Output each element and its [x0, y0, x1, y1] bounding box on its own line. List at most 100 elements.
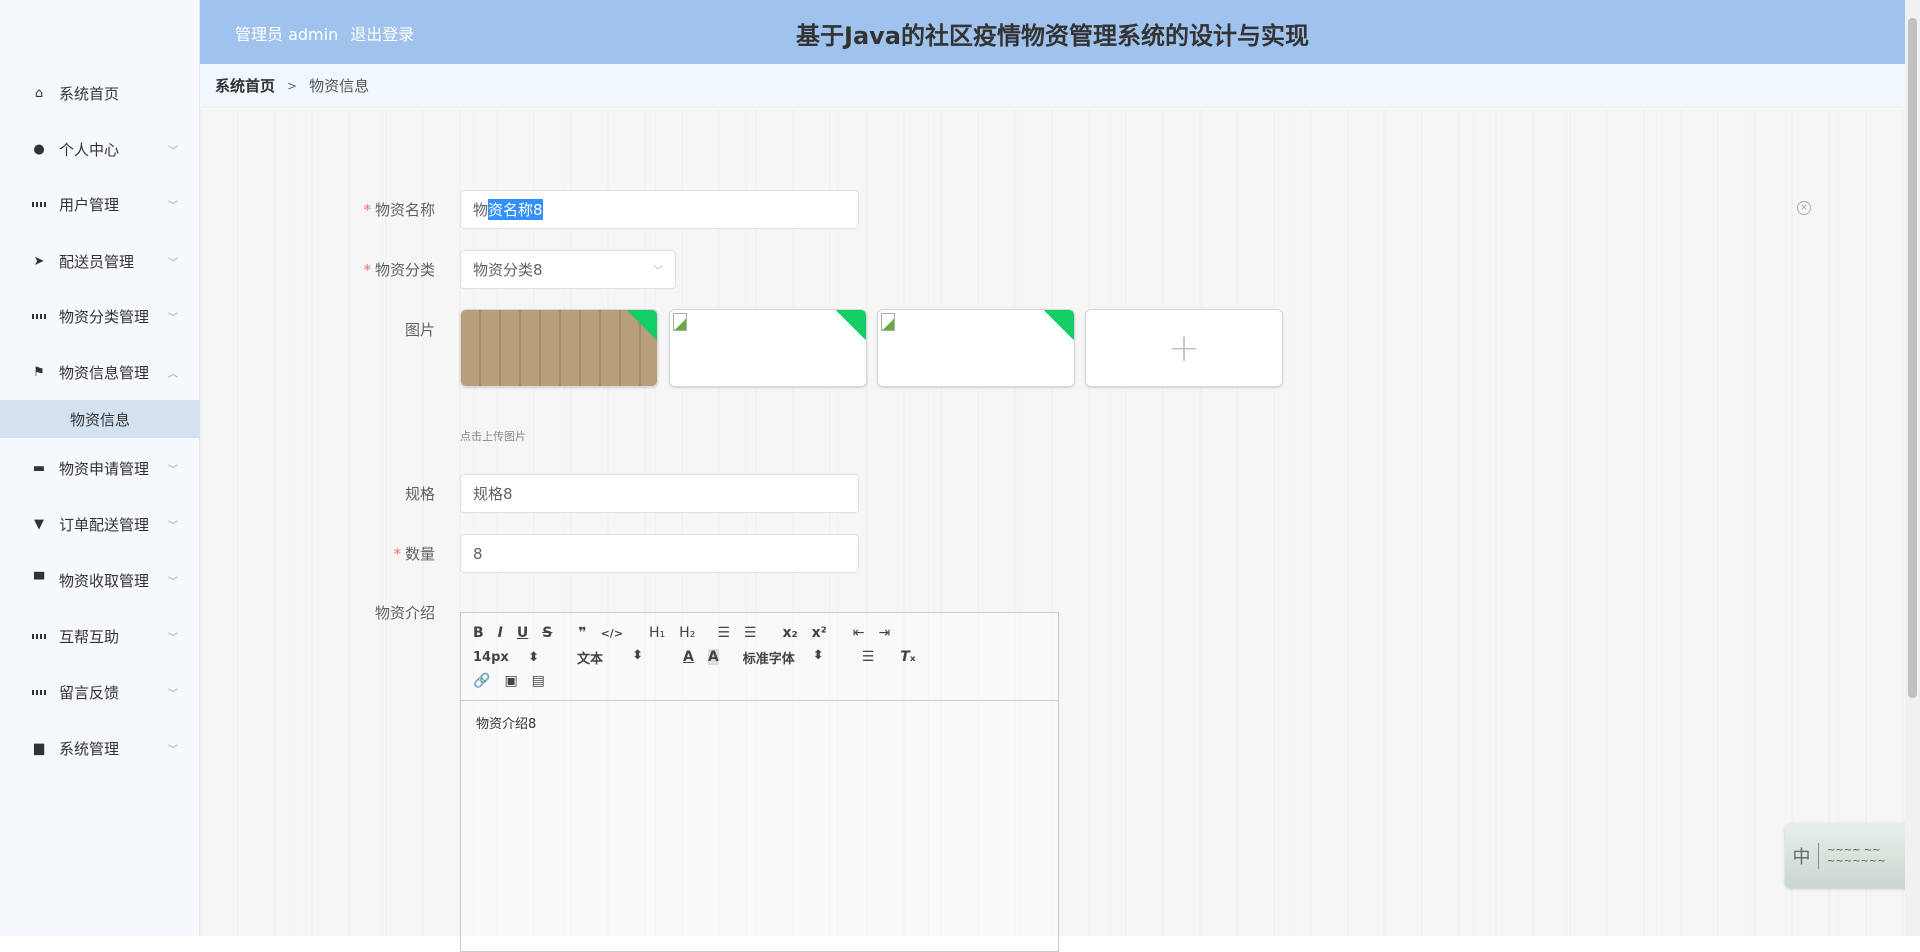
- message-icon: ▆: [34, 740, 44, 756]
- home-icon: ⌂: [34, 85, 44, 101]
- blockquote-icon[interactable]: ❞: [578, 625, 586, 641]
- sidebar-item-users[interactable]: 用户管理 ﹀: [0, 179, 200, 229]
- page-title: 基于Java的社区疫情物资管理系统的设计与实现: [796, 22, 1309, 50]
- h2-icon[interactable]: H₂: [679, 625, 695, 641]
- intro-label: 物资介绍: [374, 604, 435, 622]
- user-icon: ●: [33, 141, 45, 157]
- sidebar-item-delivery[interactable]: ▼ 订单配送管理 ﹀: [0, 499, 200, 549]
- chevron-up-icon: ︿: [168, 368, 178, 380]
- grid-icon: [32, 197, 46, 211]
- chevron-down-icon: ﹀: [168, 257, 178, 269]
- subscript-icon[interactable]: x₂: [782, 625, 797, 641]
- bold-icon[interactable]: B: [473, 625, 484, 641]
- upload-hint: 点击上传图片: [460, 430, 526, 443]
- superscript-icon[interactable]: x²: [812, 625, 827, 641]
- grid-icon: [32, 309, 46, 323]
- image-icon[interactable]: ▣: [504, 673, 517, 689]
- uploaded-image-3[interactable]: [877, 309, 1075, 387]
- editor-content[interactable]: 物资介绍8: [461, 701, 1058, 744]
- qty-label: * 数量: [393, 545, 435, 563]
- plus-icon: +: [1168, 326, 1200, 370]
- chevron-down-icon: ﹀: [168, 744, 178, 756]
- clear-format-icon[interactable]: Tₓ: [900, 649, 915, 665]
- broken-image-icon: [881, 313, 895, 331]
- scrollbar[interactable]: [1905, 0, 1920, 936]
- sidebar-item-supplies[interactable]: ⚑ 物资信息管理 ︿: [0, 347, 200, 397]
- flag-icon: ⚑: [33, 364, 45, 380]
- chevron-down-icon: ﹀: [168, 520, 178, 532]
- sidebar-item-home[interactable]: ⌂ 系统首页: [0, 68, 200, 118]
- h1-icon[interactable]: H₁: [649, 625, 665, 641]
- uploaded-image-1[interactable]: [460, 309, 658, 387]
- sidebar-item-pickup[interactable]: ▀ 物资收取管理 ﹀: [0, 555, 200, 605]
- name-input[interactable]: 物资名称8: [460, 190, 859, 229]
- indent-icon[interactable]: ⇥: [879, 625, 891, 641]
- breadcrumb-home[interactable]: 系统首页: [215, 75, 275, 96]
- success-check-icon: [834, 310, 866, 342]
- sidebar-item-feedback[interactable]: 留言反馈 ﹀: [0, 667, 200, 717]
- sidebar-item-categories[interactable]: 物资分类管理 ﹀: [0, 291, 200, 341]
- bullet-list-icon[interactable]: ☰: [744, 625, 757, 641]
- sidebar-item-applications[interactable]: ▬ 物资申请管理 ﹀: [0, 443, 200, 493]
- sidebar-item-mutual-aid[interactable]: 互帮互助 ﹀: [0, 611, 200, 661]
- brush-icon: ▼: [34, 516, 44, 532]
- ordered-list-icon[interactable]: ☰: [717, 625, 730, 641]
- chevron-down-icon: ﹀: [168, 312, 178, 324]
- header-select[interactable]: 文本 ⬍: [577, 648, 657, 667]
- top-header: 管理员 admin 退出登录 基于Java的社区疫情物资管理系统的设计与实现: [200, 0, 1905, 64]
- category-select[interactable]: 物资分类8 ﹀: [460, 250, 676, 289]
- spec-input[interactable]: 规格8: [460, 474, 859, 513]
- qty-input[interactable]: 8: [460, 534, 859, 573]
- link-icon[interactable]: 🔗: [473, 673, 490, 689]
- form-area: * 物资名称 物资名称8 × * 物资分类 物资分类8 ﹀ 图片 + 点击上传图片 规…: [200, 109, 1905, 952]
- upload-button[interactable]: +: [1085, 309, 1283, 387]
- strike-icon[interactable]: S: [542, 625, 552, 641]
- breadcrumb: 系统首页 > 物资信息: [200, 64, 1905, 108]
- sidebar-item-profile[interactable]: ● 个人中心 ﹀: [0, 124, 200, 174]
- grid-icon: [32, 685, 46, 699]
- chevron-down-icon: ﹀: [168, 464, 178, 476]
- editor-toolbar: BIUS ❞ </> H₁ H₂ ☰ ☰ x₂ x² ⇤ ⇥ 14px ⬍ 文本 ⬍ A …: [461, 613, 1058, 701]
- selected-text: 资名称8: [488, 199, 543, 220]
- scrollbar-thumb[interactable]: [1908, 18, 1917, 698]
- ime-mode: 中: [1785, 842, 1819, 869]
- font-color-icon[interactable]: A: [683, 649, 694, 665]
- video-icon[interactable]: ▤: [532, 673, 545, 689]
- success-check-icon: [1042, 310, 1074, 342]
- italic-icon[interactable]: I: [498, 625, 503, 641]
- name-label: * 物资名称: [363, 201, 435, 219]
- code-icon[interactable]: </>: [601, 627, 623, 640]
- chevron-down-icon: ﹀: [168, 576, 178, 588]
- breadcrumb-separator: >: [287, 78, 298, 93]
- sidebar-subitem-supply-info[interactable]: 物资信息: [0, 400, 200, 438]
- chevron-down-icon: ﹀: [168, 688, 178, 700]
- shop-icon: ▀: [34, 572, 44, 588]
- image-label: 图片: [404, 321, 435, 339]
- font-family-select[interactable]: 标准字体 ⬍: [743, 648, 838, 667]
- send-icon: ➤: [33, 253, 45, 269]
- underline-icon[interactable]: U: [517, 625, 528, 641]
- success-check-icon: [625, 310, 657, 342]
- spec-label: 规格: [404, 485, 435, 503]
- sidebar-item-couriers[interactable]: ➤ 配送员管理 ﹀: [0, 236, 200, 286]
- outdent-icon[interactable]: ⇤: [853, 625, 865, 641]
- uploaded-image-2[interactable]: [669, 309, 867, 387]
- briefcase-icon: ▬: [32, 460, 46, 476]
- rich-text-editor: BIUS ❞ </> H₁ H₂ ☰ ☰ x₂ x² ⇤ ⇥ 14px ⬍ 文本 ⬍ A …: [460, 612, 1059, 952]
- font-size-select[interactable]: 14px ⬍: [473, 650, 553, 665]
- chevron-down-icon: ﹀: [168, 145, 178, 157]
- chevron-down-icon: ﹀: [168, 632, 178, 644]
- clear-icon[interactable]: ×: [1797, 201, 1811, 215]
- broken-image-icon: [673, 313, 687, 331]
- grid-icon: [32, 629, 46, 643]
- ime-widget[interactable]: 中 ~~~~ ~~ ~~~~~~~: [1785, 823, 1917, 888]
- background-color-icon[interactable]: A: [707, 649, 719, 665]
- chevron-down-icon: ﹀: [168, 200, 178, 212]
- align-icon[interactable]: ☰: [862, 649, 875, 665]
- breadcrumb-current: 物资信息: [309, 77, 370, 95]
- sidebar: ⌂ 系统首页 ● 个人中心 ﹀ 用户管理 ﹀ ➤ 配送员管理 ﹀ 物资分类管理 ﹀ ⚑ 物资信息…: [0, 0, 200, 936]
- ime-skin-icon: ~~~~ ~~ ~~~~~~~: [1827, 844, 1886, 867]
- sidebar-item-system[interactable]: ▆ 系统管理 ﹀: [0, 723, 200, 773]
- chevron-down-icon: ﹀: [653, 266, 663, 277]
- category-label: * 物资分类: [363, 261, 435, 279]
